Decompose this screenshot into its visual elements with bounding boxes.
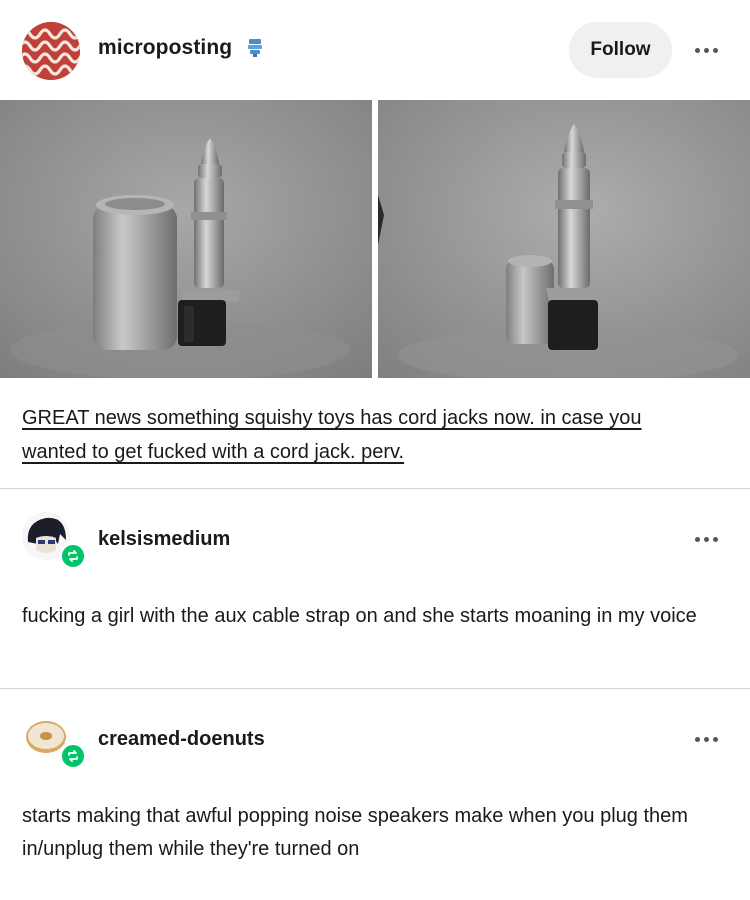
post-image-1[interactable] <box>0 100 372 378</box>
avatar-pattern-icon <box>22 22 80 80</box>
more-options-icon[interactable] <box>688 729 724 749</box>
post-header: microposting Follow <box>0 0 750 100</box>
more-options-icon[interactable] <box>688 529 724 549</box>
reblog-icon <box>60 743 86 769</box>
reblog-username[interactable]: creamed-doenuts <box>98 728 265 751</box>
tumblr-post: microposting Follow GREAT news something… <box>0 0 750 900</box>
reblog-text: starts making that awful popping noise s… <box>22 805 688 860</box>
post-caption: GREAT news something squishy toys has co… <box>22 401 728 469</box>
post-author-username[interactable]: microposting <box>98 36 232 60</box>
divider <box>0 688 750 689</box>
caption-link-line-1[interactable]: GREAT news something squishy toys has co… <box>22 407 642 429</box>
post-image-2[interactable] <box>378 100 750 378</box>
blog-badge-icon <box>246 38 264 58</box>
divider <box>0 488 750 489</box>
reblog-username[interactable]: kelsismedium <box>98 528 230 551</box>
reblog-text: fucking a girl with the aux cable strap … <box>22 605 697 627</box>
avatar[interactable] <box>22 22 80 80</box>
more-options-icon[interactable] <box>688 40 724 60</box>
follow-button[interactable]: Follow <box>569 22 672 78</box>
reblog-icon <box>60 543 86 569</box>
caption-link-line-2[interactable]: wanted to get fucked with a cord jack. p… <box>22 441 404 463</box>
